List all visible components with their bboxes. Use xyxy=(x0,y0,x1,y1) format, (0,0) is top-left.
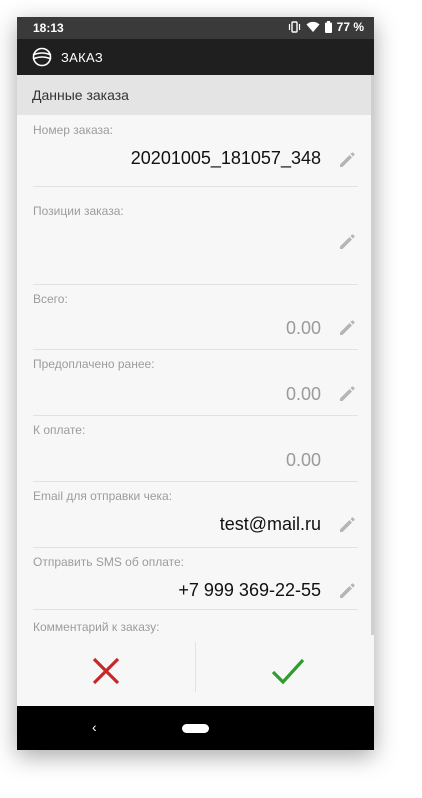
status-bar: 18:13 77 % xyxy=(17,17,374,39)
edit-pencil-icon[interactable] xyxy=(337,515,357,535)
prepaid-field[interactable]: Предоплачено ранее: 0.00 xyxy=(17,350,374,416)
field-label: Отправить SMS об оплате: xyxy=(33,555,185,569)
prepaid-value: 0.00 xyxy=(285,384,321,404)
sms-phone-value: +7 999 369-22-55 xyxy=(178,580,321,600)
to-pay-field: К оплате: 0.00 xyxy=(17,416,374,482)
action-bar xyxy=(17,640,374,706)
vibrate-icon xyxy=(288,21,300,33)
section-header: Данные заказа xyxy=(17,75,371,115)
email-value: test@mail.ru xyxy=(219,514,321,534)
status-time: 18:13 xyxy=(33,21,64,35)
edit-pencil-icon[interactable] xyxy=(337,318,357,338)
edit-pencil-icon[interactable] xyxy=(337,150,357,170)
wifi-icon xyxy=(306,21,320,32)
field-label: Номер заказа: xyxy=(33,123,114,137)
order-number-value: 20201005_181057_348 xyxy=(130,148,321,168)
confirm-button[interactable] xyxy=(196,646,374,690)
to-pay-value: 0.00 xyxy=(285,450,321,470)
total-field[interactable]: Всего: 0.00 xyxy=(17,285,374,350)
field-label: Email для отправки чека: xyxy=(33,489,173,503)
comment-field[interactable]: Комментарий к заказу: xyxy=(17,610,374,640)
battery-percent: 77 % xyxy=(336,20,364,34)
app-title: ЗАКАЗ xyxy=(61,50,103,65)
cancel-button[interactable] xyxy=(17,646,195,690)
edit-pencil-icon[interactable] xyxy=(337,384,357,404)
order-number-field[interactable]: Номер заказа: 20201005_181057_348 xyxy=(17,115,374,187)
field-label: Предоплачено ранее: xyxy=(33,357,155,371)
close-icon xyxy=(92,657,120,685)
order-form: Номер заказа: 20201005_181057_348 Позици… xyxy=(17,115,374,640)
sms-field[interactable]: Отправить SMS об оплате: +7 999 369-22-5… xyxy=(17,548,374,610)
back-icon[interactable]: ‹ xyxy=(92,719,97,735)
logo-icon xyxy=(32,47,52,67)
app-bar: ЗАКАЗ xyxy=(17,39,374,75)
field-label: Всего: xyxy=(33,292,68,306)
edit-pencil-icon[interactable] xyxy=(337,581,357,601)
check-icon xyxy=(271,658,305,685)
field-label: Комментарий к заказу: xyxy=(33,620,160,634)
battery-icon xyxy=(324,21,332,33)
system-nav-bar: ‹ xyxy=(17,706,374,750)
order-items-field[interactable]: Позиции заказа: xyxy=(17,187,374,285)
field-label: К оплате: xyxy=(33,423,86,437)
email-field[interactable]: Email для отправки чека: test@mail.ru xyxy=(17,482,374,548)
phone-screen: 18:13 77 % ЗАКАЗ Данные заказа Номер зак… xyxy=(17,17,374,750)
field-label: Позиции заказа: xyxy=(33,204,124,218)
home-icon[interactable] xyxy=(182,724,209,733)
status-icons: 77 % xyxy=(288,20,364,34)
edit-pencil-icon[interactable] xyxy=(337,232,357,252)
total-value: 0.00 xyxy=(285,318,321,338)
